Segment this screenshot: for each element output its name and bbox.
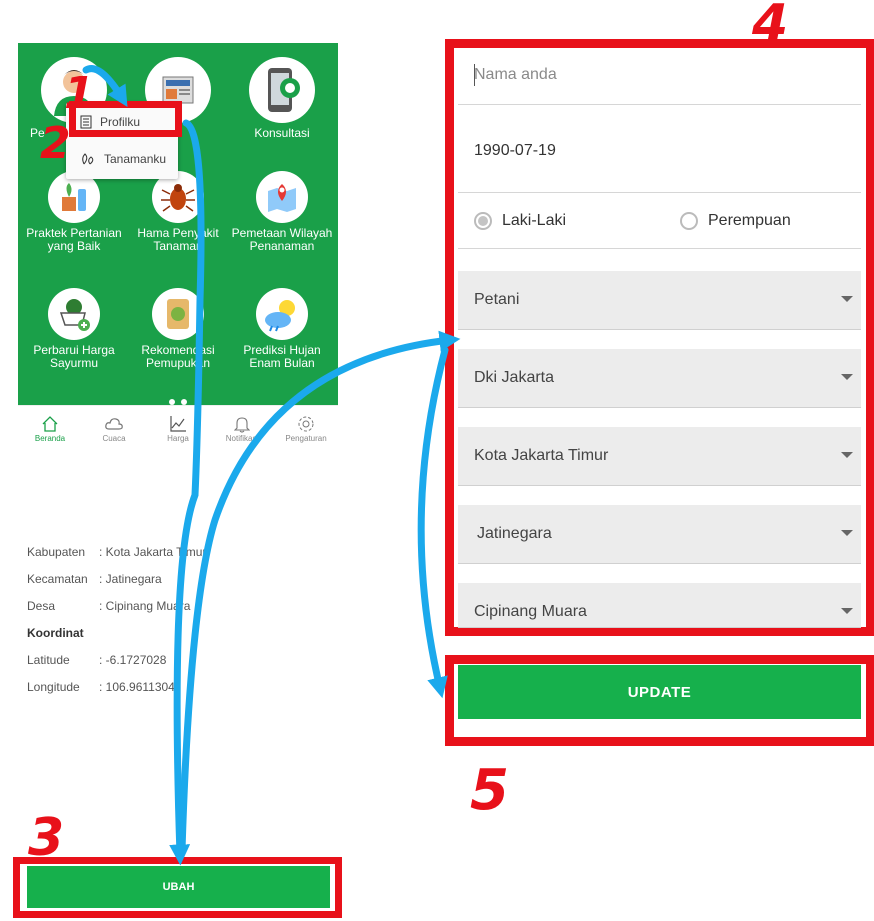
menu-item-label: Tanamanku bbox=[104, 152, 167, 166]
gear-icon bbox=[274, 414, 338, 434]
gender-radio-female[interactable]: Perempuan bbox=[680, 212, 791, 230]
info-longitude: Longitude: 106.9611304 bbox=[27, 680, 175, 694]
step-number-5: 5 bbox=[470, 758, 509, 823]
nav-beranda[interactable]: Beranda bbox=[18, 414, 82, 443]
nav-label: Beranda bbox=[34, 434, 66, 443]
radio-label: Laki-Laki bbox=[502, 212, 567, 229]
arrow-form-to-update bbox=[417, 346, 449, 699]
weather-icon bbox=[256, 288, 308, 340]
home-icon bbox=[18, 414, 82, 434]
menu-item-tanamanku[interactable]: Tanamanku bbox=[80, 152, 166, 166]
menu-tile-rain[interactable]: Prediksi Hujan Enam Bulan bbox=[230, 288, 334, 370]
step-number-4: 4 bbox=[752, 0, 789, 54]
gender-radio-male[interactable]: Laki-Laki bbox=[474, 212, 566, 230]
nav-cuaca[interactable]: Cuaca bbox=[82, 414, 146, 443]
plant-icon bbox=[82, 153, 94, 165]
select-value: Jatinegara bbox=[477, 525, 552, 542]
step-number-1: 1 bbox=[64, 68, 95, 119]
vegetable-cart-icon bbox=[48, 288, 100, 340]
select-value: Kota Jakarta Timur bbox=[474, 447, 609, 464]
name-field[interactable]: Nama anda bbox=[458, 48, 861, 105]
dropdown-caret-icon bbox=[841, 296, 853, 302]
menu-tile-label: Rekomendasi Pemupukan bbox=[141, 343, 215, 370]
select-value: Petani bbox=[474, 291, 520, 308]
name-placeholder: Nama anda bbox=[474, 66, 557, 83]
text-cursor bbox=[474, 64, 475, 86]
select-value: Dki Jakarta bbox=[474, 369, 555, 386]
province-select[interactable]: Dki Jakarta bbox=[458, 349, 861, 408]
menu-tile-gap[interactable]: Praktek Pertanian yang Baik bbox=[22, 171, 126, 253]
ubah-button[interactable]: UBAH bbox=[27, 866, 330, 908]
radio-button-selected bbox=[474, 212, 492, 230]
nav-label: Harga bbox=[167, 434, 189, 443]
menu-tile-pest[interactable]: Hama Penyakit Tanaman bbox=[126, 171, 230, 253]
info-desa: Desa: Cipinang Muara bbox=[27, 599, 191, 613]
step-number-3: 3 bbox=[28, 808, 65, 868]
nav-notifikasi[interactable]: Notifikasi bbox=[210, 414, 274, 443]
nav-harga[interactable]: Harga bbox=[146, 414, 210, 443]
menu-tile-fertilizer[interactable]: Rekomendasi Pemupukan bbox=[126, 288, 230, 370]
info-kabupaten: Kabupaten: Kota Jakarta Timur bbox=[27, 545, 207, 559]
menu-tile-label: Prediksi Hujan Enam Bulan bbox=[243, 343, 321, 370]
nav-pengaturan[interactable]: Pengaturan bbox=[274, 414, 338, 443]
menu-tile-konsultasi[interactable]: Konsultasi bbox=[230, 57, 334, 140]
info-kecamatan: Kecamatan: Jatinegara bbox=[27, 572, 162, 586]
birthdate-value: 1990-07-19 bbox=[474, 142, 556, 159]
menu-tile-label: Pemetaan Wilayah Penanaman bbox=[231, 226, 333, 253]
city-select[interactable]: Kota Jakarta Timur bbox=[458, 427, 861, 486]
bottom-navigation: Beranda Cuaca Harga Notifikasi Pengatura… bbox=[18, 405, 338, 456]
map-pin-icon bbox=[256, 171, 308, 223]
radio-button bbox=[680, 212, 698, 230]
menu-tile-price[interactable]: Perbarui Harga Sayurmu bbox=[22, 288, 126, 370]
menu-tile-label: Hama Penyakit Tanaman bbox=[137, 226, 219, 253]
fertilizer-bag-icon bbox=[152, 288, 204, 340]
chart-icon bbox=[146, 414, 210, 434]
village-select[interactable]: Cipinang Muara bbox=[458, 583, 861, 628]
cloud-icon bbox=[82, 414, 146, 434]
menu-tile-label: Perbarui Harga Sayurmu bbox=[33, 343, 115, 370]
menu-tile-label: Konsultasi bbox=[254, 126, 310, 140]
bell-icon bbox=[210, 414, 274, 434]
update-button[interactable]: UPDATE bbox=[458, 665, 861, 719]
select-value: Cipinang Muara bbox=[474, 603, 587, 620]
phone-chat-icon bbox=[249, 57, 315, 123]
info-latitude: Latitude: -6.1727028 bbox=[27, 653, 167, 667]
occupation-select[interactable]: Petani bbox=[458, 271, 861, 330]
step-number-2: 2 bbox=[40, 118, 71, 169]
menu-tile-mapping[interactable]: Pemetaan Wilayah Penanaman bbox=[230, 171, 334, 253]
nav-label: Notifikasi bbox=[225, 434, 259, 443]
nav-label: Cuaca bbox=[102, 434, 126, 443]
dropdown-caret-icon bbox=[841, 374, 853, 380]
nav-label: Pengaturan bbox=[285, 434, 327, 443]
birthdate-field[interactable]: 1990-07-19 bbox=[458, 118, 861, 193]
menu-tile-label: Praktek Pertanian yang Baik bbox=[26, 226, 122, 253]
radio-label: Perempuan bbox=[708, 212, 791, 229]
info-koordinat-heading: Koordinat bbox=[27, 626, 84, 640]
dropdown-caret-icon bbox=[841, 452, 853, 458]
dropdown-caret-icon bbox=[841, 608, 853, 614]
dropdown-caret-icon bbox=[841, 530, 853, 536]
district-select[interactable]: Jatinegara bbox=[458, 505, 861, 564]
